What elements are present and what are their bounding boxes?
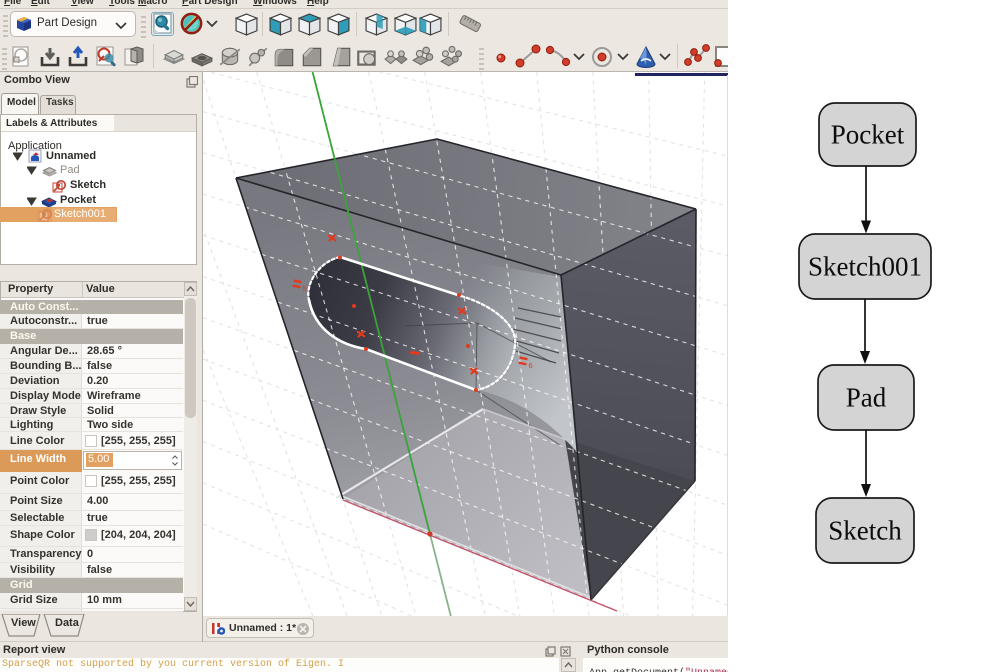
svg-text:6: 6 [529,361,533,370]
svg-text:5: 5 [303,284,307,293]
svg-text:Sketch: Sketch [828,516,902,546]
svg-text:Pad: Pad [846,383,887,413]
svg-text:Pocket: Pocket [831,120,905,150]
svg-text:Sketch001: Sketch001 [808,252,922,282]
